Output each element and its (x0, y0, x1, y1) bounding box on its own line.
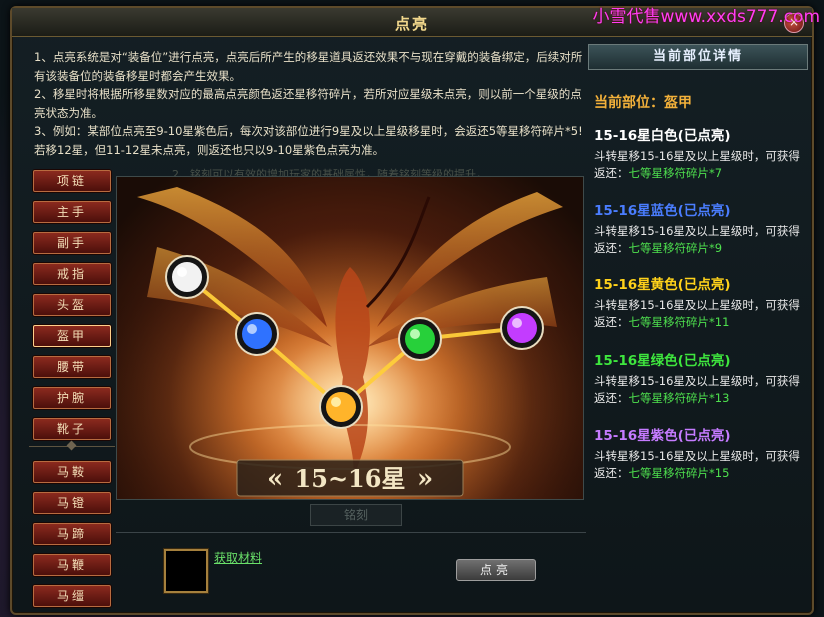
inlay-button-ghost: 铭刻 (310, 504, 402, 526)
light-entry-white: 15-16星白色(已点亮) 斗转星移15-16星及以上星级时，可获得返还：七等星… (594, 124, 804, 182)
light-entry-yellow: 15-16星黄色(已点亮) 斗转星移15-16星及以上星级时，可获得返还：七等星… (594, 273, 804, 331)
watermark-text: 小雪代售www.xxds777.com (592, 7, 820, 27)
slot-main-hand[interactable]: 主手 (33, 201, 111, 223)
orb-blue[interactable] (235, 312, 279, 356)
entry-reward: 七等星移符碎片*13 (628, 391, 730, 405)
description-line: 1、点亮系统是对“装备位”进行点亮，点亮后所产生的移星道具返还效果不与现在穿戴的… (34, 50, 583, 83)
entry-title: 15-16星紫色(已点亮) (594, 428, 731, 444)
banner-left-chevron[interactable]: « (267, 464, 283, 494)
phoenix-artwork: « 15~16星 » (116, 176, 584, 500)
slot-off-hand[interactable]: 副手 (33, 232, 111, 254)
entry-desc: 斗转星移15-16星及以上星级时，可获得返还：七等星移符碎片*15 (594, 448, 804, 482)
light-entry-purple: 15-16星紫色(已点亮) 斗转星移15-16星及以上星级时，可获得返还：七等星… (594, 424, 804, 482)
get-material-link[interactable]: 获取材料 (214, 549, 262, 566)
entry-title: 15-16星白色(已点亮) (594, 128, 731, 144)
entry-title: 15-16星绿色(已点亮) (594, 353, 731, 369)
orb-green[interactable] (398, 317, 442, 361)
light-entry-green: 15-16星绿色(已点亮) 斗转星移15-16星及以上星级时，可获得返还：七等星… (594, 349, 804, 407)
entry-desc: 斗转星移15-16星及以上星级时，可获得返还：七等星移符碎片*7 (594, 148, 804, 182)
slot-reins[interactable]: 马缰 (33, 585, 111, 607)
orb-yellow[interactable] (319, 385, 363, 429)
slot-necklace[interactable]: 项链 (33, 170, 111, 192)
entry-title: 15-16星黄色(已点亮) (594, 277, 731, 293)
entry-reward: 七等星移符碎片*9 (628, 241, 723, 255)
slot-armor[interactable]: 盔甲 (33, 325, 111, 347)
slot-helmet[interactable]: 头盔 (33, 294, 111, 316)
slot-belt[interactable]: 腰带 (33, 356, 111, 378)
light-entry-blue: 15-16星蓝色(已点亮) 斗转星移15-16星及以上星级时，可获得返还：七等星… (594, 199, 804, 257)
entry-reward: 七等星移符碎片*7 (628, 166, 723, 180)
slot-divider (29, 442, 115, 451)
slot-ring[interactable]: 戒指 (33, 263, 111, 285)
description-line: 2、移星时将根据所移星数对应的最高点亮颜色返还星移符碎片，若所对应星级未点亮，则… (34, 87, 582, 120)
material-bar: 获取材料 点亮 (116, 532, 586, 609)
slot-whip[interactable]: 马鞭 (33, 554, 111, 576)
detail-panel: 当前部位详情 当前部位：盔甲 15-16星白色(已点亮) 斗转星移15-16星及… (586, 44, 808, 606)
detail-panel-header: 当前部位详情 (588, 44, 808, 70)
slot-saddle[interactable]: 马鞍 (33, 461, 111, 483)
material-slot[interactable] (164, 549, 208, 593)
banner-right-chevron[interactable]: » (417, 464, 433, 494)
orb-white[interactable] (165, 255, 209, 299)
light-up-window: 点亮 × 1、点亮系统是对“装备位”进行点亮，点亮后所产生的移星道具返还效果不与… (10, 6, 814, 615)
slot-boots[interactable]: 靴子 (33, 418, 111, 440)
entry-reward: 七等星移符碎片*11 (628, 315, 730, 329)
description: 1、点亮系统是对“装备位”进行点亮，点亮后所产生的移星道具返还效果不与现在穿戴的… (34, 48, 590, 159)
entry-title: 15-16星蓝色(已点亮) (594, 203, 731, 219)
phoenix-svg: « 15~16星 » (117, 177, 583, 499)
description-line: 3、例如：某部位点亮至9-10星紫色后，每次对该部位进行9星及以上星级移星时，会… (34, 124, 583, 157)
orb-purple[interactable] (500, 306, 544, 350)
entry-reward: 七等星移符碎片*15 (628, 466, 730, 480)
entry-desc: 斗转星移15-16星及以上星级时，可获得返还：七等星移符碎片*9 (594, 223, 804, 257)
slot-horseshoe[interactable]: 马蹄 (33, 523, 111, 545)
current-part-label: 当前部位：盔甲 (594, 95, 692, 111)
slot-bracer[interactable]: 护腕 (33, 387, 111, 409)
slot-stirrup[interactable]: 马镫 (33, 492, 111, 514)
light-up-button[interactable]: 点亮 (456, 559, 536, 581)
entry-desc: 斗转星移15-16星及以上星级时，可获得返还：七等星移符碎片*13 (594, 373, 804, 407)
entry-desc: 斗转星移15-16星及以上星级时，可获得返还：七等星移符碎片*11 (594, 297, 804, 331)
star-banner-text: 15~16星 (295, 464, 406, 493)
